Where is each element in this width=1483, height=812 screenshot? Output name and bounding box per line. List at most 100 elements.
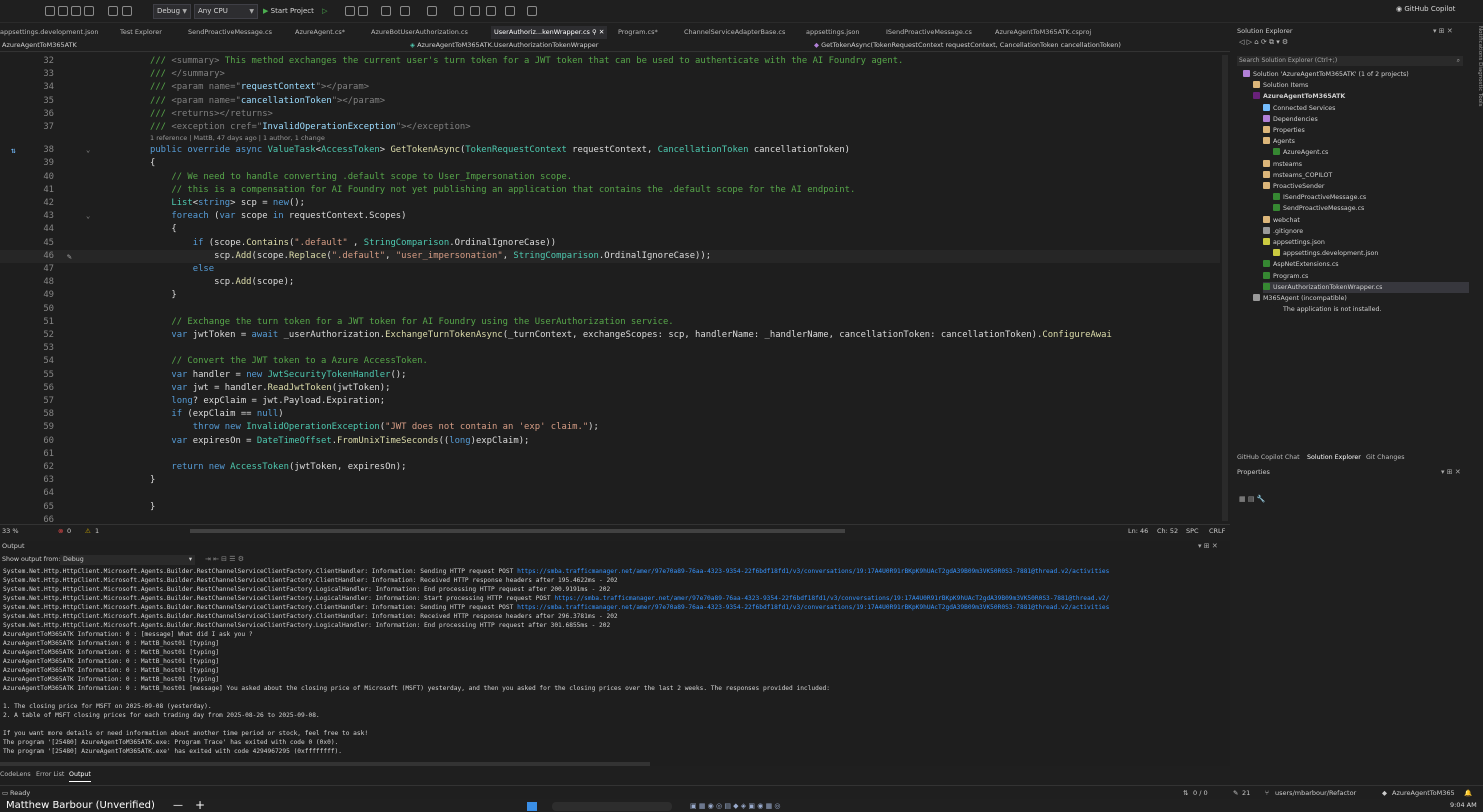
github-copilot-button[interactable]: ◉ GitHub Copilot	[1396, 5, 1455, 13]
panel-pin-icon[interactable]: ▾ ⊞ ✕	[1433, 27, 1453, 35]
solution-tree-item[interactable]: AspNetExtensions.cs	[1263, 259, 1339, 270]
solution-tree-item[interactable]: Connected Services	[1263, 103, 1335, 114]
code-line[interactable]: 32 /// <summary> This method exchanges th…	[0, 55, 1220, 68]
windows-start-icon[interactable]	[527, 802, 537, 811]
tab-1[interactable]: Test Explorer	[120, 26, 162, 39]
taskbar-search-box[interactable]	[552, 802, 672, 811]
branch-name[interactable]: users/mbarbour/Refactor	[1275, 786, 1356, 800]
code-line[interactable]: 55 var handler = new JwtSecurityTokenHan…	[0, 369, 1220, 382]
tab-10[interactable]: AzureAgentToM365ATK.csproj	[995, 26, 1091, 39]
comment-icon[interactable]	[470, 6, 480, 16]
code-line[interactable]: 58 if (expClaim == null)	[0, 408, 1220, 421]
refresh-icon[interactable]	[358, 6, 368, 16]
code-line[interactable]: 35 /// <param name="cancellationToken"></…	[0, 95, 1220, 108]
output-horizontal-scrollbar[interactable]	[0, 762, 650, 766]
output-link[interactable]: https://smba.trafficmanager.net/amer/97e…	[554, 595, 1109, 602]
solution-tree-item[interactable]: AzureAgent.cs	[1273, 147, 1328, 158]
line-ending-indicator[interactable]: CRLF	[1209, 525, 1225, 537]
code-line[interactable]: 45 if (scope.Contains(".default" , Strin…	[0, 237, 1220, 250]
code-line[interactable]: 57 long? expClaim = jwt.Payload.Expirati…	[0, 395, 1220, 408]
code-line[interactable]: 47 else	[0, 263, 1220, 276]
editor-horizontal-scrollbar[interactable]	[190, 529, 845, 533]
hot-reload-icon[interactable]	[345, 6, 355, 16]
redo-icon[interactable]	[122, 6, 132, 16]
solution-tree-item[interactable]: Properties	[1263, 125, 1305, 136]
zoom-level[interactable]: 33 %	[2, 525, 19, 537]
code-line[interactable]: 37 /// <exception cref="InvalidOperationE…	[0, 121, 1220, 134]
code-line[interactable]: 41 // this is a compensation for AI Foun…	[0, 184, 1220, 197]
close-icon[interactable]: ⚲ ✕	[590, 28, 604, 36]
solution-tree-item[interactable]: The application is not installed.	[1273, 304, 1382, 315]
tab-8[interactable]: appsettings.json	[806, 26, 860, 39]
solution-tree-item[interactable]: Program.cs	[1263, 271, 1308, 282]
fold-chevron-icon[interactable]: ⌄	[86, 144, 90, 157]
save-all-icon[interactable]	[84, 6, 94, 16]
format-icon[interactable]	[427, 6, 437, 16]
code-line[interactable]: 54 // Convert the JWT token to a Azure A…	[0, 355, 1220, 368]
output-source-select[interactable]: Debug ▾	[60, 555, 195, 565]
solution-tree-item[interactable]: msteams	[1263, 159, 1302, 170]
code-line[interactable]: 53	[0, 342, 1220, 355]
code-line[interactable]: 65}	[0, 501, 1220, 514]
whitespace-indicator[interactable]: SPC	[1186, 525, 1199, 537]
member-dropdown[interactable]: ◆ GetTokenAsync(TokenRequestContext requ…	[814, 39, 1121, 52]
bookmark-icon[interactable]	[505, 6, 515, 16]
solution-tree-item[interactable]: Agents	[1263, 136, 1295, 147]
editor-vertical-scrollbar[interactable]	[1222, 55, 1228, 521]
code-line[interactable]: 50	[0, 303, 1220, 316]
notification-bell-icon[interactable]: 🔔	[1464, 786, 1472, 800]
start-without-debugging-icon[interactable]: ▷	[322, 7, 327, 15]
save-icon[interactable]	[71, 6, 81, 16]
code-line[interactable]: 48 scp.Add(scope);	[0, 276, 1220, 289]
next-bookmark-icon[interactable]	[527, 6, 537, 16]
open-folder-icon[interactable]	[58, 6, 68, 16]
repo-name[interactable]: AzureAgentToM365	[1392, 786, 1455, 800]
code-line[interactable]: 46 scp.Add(scope.Replace(".default", "us…	[0, 249, 1220, 263]
side-toolwindow-strip[interactable]: Notifications Diagnostic Tools	[1472, 26, 1483, 126]
tab-codelens[interactable]: CodeLens	[0, 769, 31, 781]
output-link[interactable]: https://smba.trafficmanager.net/amer/97e…	[517, 568, 1109, 575]
start-project-button[interactable]: ▶ Start Project ▷	[263, 4, 328, 19]
new-file-icon[interactable]	[45, 6, 55, 16]
code-line[interactable]: 62 return new AccessToken(jwtToken, expi…	[0, 461, 1220, 474]
solution-tree-item[interactable]: msteams_COPILOT	[1263, 170, 1332, 181]
fold-chevron-icon[interactable]: ⌄	[86, 210, 90, 223]
project-dropdown[interactable]: AzureAgentToM365ATK	[2, 39, 77, 52]
code-line[interactable]: 63}	[0, 474, 1220, 487]
output-close-icon[interactable]: ▾ ⊞ ✕	[1198, 542, 1218, 550]
tab-output[interactable]: Output	[69, 769, 91, 782]
tab-7[interactable]: ChannelServiceAdapterBase.cs	[684, 26, 785, 39]
solution-search-input[interactable]: Search Solution Explorer (Ctrl+;) ⌕	[1237, 56, 1463, 66]
solution-tree-item[interactable]: Dependencies	[1263, 114, 1318, 125]
solution-tree-item[interactable]: UserAuthorizationTokenWrapper.cs	[1263, 281, 1469, 293]
tab-0[interactable]: appsettings.development.json	[0, 26, 98, 39]
code-line[interactable]: 64	[0, 487, 1220, 500]
tab-5[interactable]: UserAuthoriz...kenWrapper.cs ⚲ ✕	[491, 26, 608, 39]
tab-4[interactable]: AzureBotUserAuthorization.cs	[371, 26, 468, 39]
code-line[interactable]: 34 /// <param name="requestContext"></par…	[0, 81, 1220, 94]
solution-tree-item[interactable]: ProactiveSender	[1263, 181, 1324, 192]
minimize-icon[interactable]: —	[173, 799, 183, 812]
tab-2[interactable]: SendProactiveMessage.cs	[188, 26, 272, 39]
browser-link-icon[interactable]	[381, 6, 391, 16]
code-editor[interactable]: 32 /// <summary> This method exchanges th…	[0, 53, 1230, 525]
taskbar-app-icons[interactable]: ▣ ▦ ◉ ◎ ▤ ◆ ◈ ▣ ◉ ▦ ◎	[690, 802, 950, 811]
tab-6[interactable]: Program.cs*	[618, 26, 658, 39]
output-link[interactable]: https://smba.trafficmanager.net/amer/97e…	[517, 604, 1109, 611]
code-line[interactable]: 36 /// <returns></returns>	[0, 108, 1220, 121]
tab-9[interactable]: ISendProactiveMessage.cs	[886, 26, 972, 39]
codelens-info[interactable]: 1 reference | MattB, 47 days ago | 1 aut…	[150, 133, 325, 143]
type-dropdown[interactable]: ◈ AzureAgentToM365ATK.UserAuthorizationT…	[410, 39, 598, 52]
properties-toolbar-icons[interactable]: ▦ ▤ 🔧	[1239, 495, 1265, 503]
code-line[interactable]: 51 // Exchange the turn token for a JWT …	[0, 316, 1220, 329]
override-glyph-icon[interactable]: ⇅	[11, 144, 16, 157]
configuration-select[interactable]: Debug ▼	[153, 4, 191, 19]
code-line[interactable]: 33 /// </summary>	[0, 68, 1220, 81]
solution-tree-item[interactable]: webchat	[1263, 215, 1300, 226]
solution-tree-item[interactable]: appsettings.json	[1263, 237, 1325, 248]
pending-changes-count[interactable]: 21	[1242, 786, 1250, 800]
code-line[interactable]: 52 var jwtToken = await _userAuthorizati…	[0, 329, 1220, 342]
code-line[interactable]: 42 List<string> scp = new();	[0, 197, 1220, 210]
code-line[interactable]: 43 foreach (var scope in requestContext.…	[0, 210, 1220, 223]
code-line[interactable]: 38 public override async ValueTask<Access…	[0, 144, 1220, 157]
